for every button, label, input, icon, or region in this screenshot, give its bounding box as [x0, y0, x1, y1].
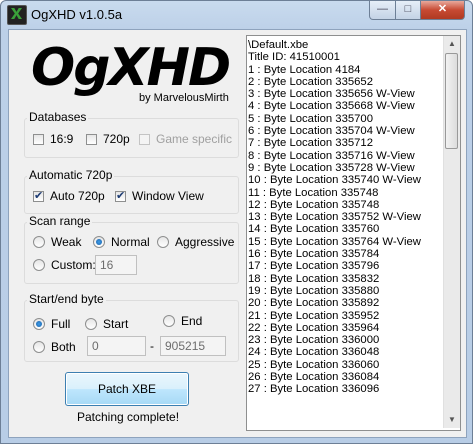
log-line[interactable]: 21 : Byte Location 335952 [248, 310, 421, 322]
app-window: OgXHD v1.0.5a — □ ✕ OgXHD by MarvelousMi… [0, 0, 473, 444]
log-line[interactable]: 19 : Byte Location 335880 [248, 285, 421, 297]
checkbox-window-view-label: Window View [132, 189, 204, 203]
log-line[interactable]: 15 : Byte Location 335764 W-View [248, 236, 421, 248]
log-line[interactable]: 17 : Byte Location 335796 [248, 260, 421, 272]
radio-start[interactable]: Start [85, 317, 128, 331]
status-message: Patching complete! [77, 410, 180, 424]
checkbox-720p[interactable]: 720p [86, 132, 130, 146]
checkbox-720p-label: 720p [103, 132, 130, 146]
radio-end-label: End [181, 314, 203, 328]
log-line[interactable]: 24 : Byte Location 336048 [248, 346, 421, 358]
vertical-scrollbar[interactable]: ▲ ▼ [443, 36, 460, 428]
checkbox-box-checked [115, 189, 126, 202]
log-line[interactable]: 10 : Byte Location 335740 W-View [248, 174, 421, 186]
author-byline: by MarvelousMirth [139, 92, 229, 104]
log-line[interactable]: 13 : Byte Location 335752 W-View [248, 211, 421, 223]
radio-full-label: Full [51, 317, 71, 331]
log-line[interactable]: 12 : Byte Location 335748 [248, 199, 421, 211]
log-line[interactable]: 27 : Byte Location 336096 [248, 383, 421, 395]
radio-dot [33, 259, 45, 271]
log-line[interactable]: 7 : Byte Location 335712 [248, 137, 421, 149]
log-line[interactable]: Title ID: 41510001 [248, 51, 421, 63]
radio-start-label: Start [103, 317, 129, 331]
radio-normal-label: Normal [111, 235, 150, 249]
patch-xbe-button[interactable]: Patch XBE [65, 372, 189, 406]
radio-both-label: Both [51, 340, 76, 354]
log-line[interactable]: \Default.xbe [248, 39, 421, 51]
radio-weak-label: Weak [51, 235, 82, 249]
radio-dot [33, 236, 45, 248]
log-line[interactable]: 11 : Byte Location 335748 [248, 187, 421, 199]
maximize-button[interactable]: □ [395, 1, 421, 20]
start-end-byte-label: Start/end byte [27, 292, 106, 306]
app-logo: OgXHD [31, 38, 231, 98]
end-byte-input[interactable]: 905215 [160, 336, 226, 356]
scroll-down-arrow-icon[interactable]: ▼ [444, 412, 460, 428]
radio-dot [157, 236, 169, 248]
radio-dot-selected [93, 236, 105, 248]
title-bar[interactable]: OgXHD v1.0.5a — □ ✕ [1, 1, 472, 29]
radio-dot [163, 315, 175, 327]
log-line[interactable]: 23 : Byte Location 336000 [248, 334, 421, 346]
client-area: OgXHD by MarvelousMirth Databases 16:9 7… [8, 29, 467, 438]
radio-end[interactable]: End [163, 314, 202, 328]
log-line[interactable]: 6 : Byte Location 335704 W-View [248, 125, 421, 137]
automatic-720p-group: Automatic 720p Auto 720p Window View [24, 168, 239, 214]
scan-range-group: Scan range Weak Normal Aggressive Custom… [24, 214, 239, 284]
checkbox-game-specific: Game specific [139, 132, 232, 146]
checkbox-box [33, 133, 44, 145]
log-line[interactable]: 26 : Byte Location 336084 [248, 371, 421, 383]
log-line[interactable]: 14 : Byte Location 335760 [248, 223, 421, 235]
range-separator: - [150, 339, 154, 353]
close-button[interactable]: ✕ [420, 1, 465, 20]
log-line[interactable]: 16 : Byte Location 335784 [248, 248, 421, 260]
checkbox-auto-720p-label: Auto 720p [50, 189, 105, 203]
start-byte-input[interactable]: 0 [87, 336, 146, 356]
checkbox-game-specific-label: Game specific [156, 132, 233, 146]
start-end-byte-group: Start/end byte Full Start End Both 0 - 9… [24, 292, 239, 362]
xbox-app-icon [7, 5, 27, 25]
scan-range-label: Scan range [27, 214, 93, 228]
patch-log-listbox[interactable]: \Default.xbe Title ID: 41510001 1 : Byte L… [246, 35, 461, 431]
radio-both[interactable]: Both [33, 340, 76, 354]
checkbox-auto-720p[interactable]: Auto 720p [33, 189, 105, 203]
databases-group: Databases 16:9 720p Game specific [24, 110, 239, 158]
checkbox-box [139, 133, 150, 145]
scroll-thumb[interactable] [445, 53, 458, 149]
radio-normal[interactable]: Normal [93, 235, 150, 249]
custom-range-input[interactable]: 16 [95, 255, 137, 275]
radio-full[interactable]: Full [33, 317, 70, 331]
log-lines: \Default.xbe Title ID: 41510001 1 : Byte L… [248, 39, 421, 396]
radio-weak[interactable]: Weak [33, 235, 81, 249]
scroll-up-arrow-icon[interactable]: ▲ [444, 36, 460, 52]
log-line[interactable]: 3 : Byte Location 335656 W-View [248, 88, 421, 100]
radio-aggressive[interactable]: Aggressive [157, 235, 234, 249]
radio-dot-selected [33, 318, 45, 330]
log-line[interactable]: 22 : Byte Location 335964 [248, 322, 421, 334]
log-line[interactable]: 2 : Byte Location 335652 [248, 76, 421, 88]
checkbox-box [86, 133, 97, 145]
radio-custom[interactable]: Custom: [33, 258, 96, 272]
radio-dot [33, 341, 45, 353]
log-line[interactable]: 5 : Byte Location 335700 [248, 113, 421, 125]
radio-aggressive-label: Aggressive [175, 235, 235, 249]
window-title: OgXHD v1.0.5a [31, 7, 123, 22]
checkbox-16-9[interactable]: 16:9 [33, 132, 73, 146]
log-line[interactable]: 4 : Byte Location 335668 W-View [248, 100, 421, 112]
checkbox-box-checked [33, 189, 44, 202]
log-line[interactable]: 20 : Byte Location 335892 [248, 297, 421, 309]
minimize-button[interactable]: — [369, 1, 396, 20]
log-line[interactable]: 9 : Byte Location 335728 W-View [248, 162, 421, 174]
log-line[interactable]: 1 : Byte Location 4184 [248, 64, 421, 76]
checkbox-window-view[interactable]: Window View [115, 189, 204, 203]
automatic-720p-label: Automatic 720p [27, 168, 115, 182]
log-line[interactable]: 8 : Byte Location 335716 W-View [248, 150, 421, 162]
log-line[interactable]: 25 : Byte Location 336060 [248, 359, 421, 371]
radio-custom-label: Custom: [51, 258, 96, 272]
databases-label: Databases [27, 110, 89, 124]
checkbox-16-9-label: 16:9 [50, 132, 74, 146]
log-line[interactable]: 18 : Byte Location 335832 [248, 273, 421, 285]
radio-dot [85, 318, 97, 330]
